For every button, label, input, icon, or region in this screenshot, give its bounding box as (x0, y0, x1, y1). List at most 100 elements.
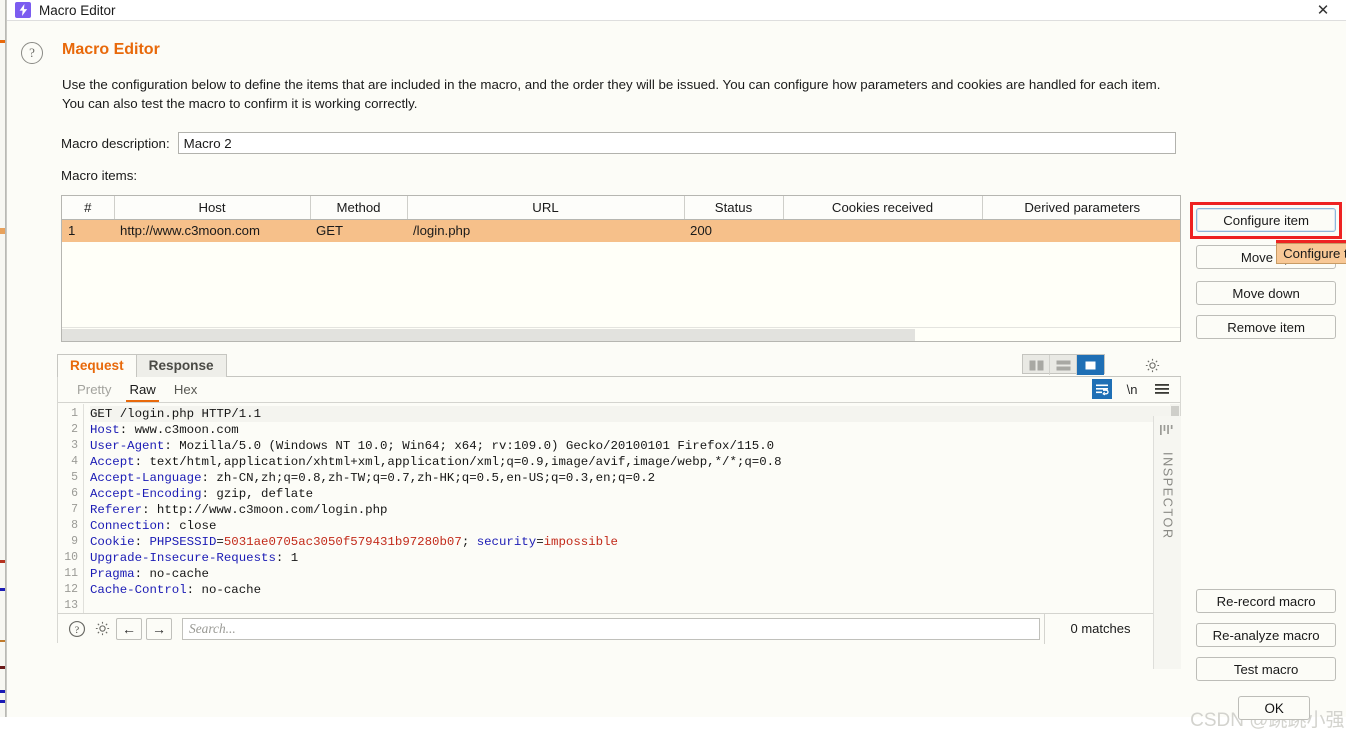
code-line: Cache-Control: no-cache (90, 583, 262, 597)
right-button-pane: Configure item Move up Move down Remove … (1186, 21, 1346, 731)
request-editor: Pretty Raw Hex \n 1 2 3 4 5 6 7 8 9 10 1… (57, 377, 1181, 644)
split-horizontal-icon[interactable] (1050, 355, 1077, 375)
sliver-stripe (0, 690, 5, 693)
code-line: Host: www.c3moon.com (90, 423, 239, 437)
view-toggle-group (1022, 354, 1105, 375)
column-header-method[interactable]: Method (310, 196, 408, 220)
column-header-cookies[interactable]: Cookies received (783, 196, 983, 220)
column-header-url[interactable]: URL (407, 196, 685, 220)
table-header-row: # Host Method URL Status Cookies receive… (62, 196, 1180, 220)
page-title: Macro Editor (62, 41, 160, 58)
column-header-host[interactable]: Host (114, 196, 311, 220)
code-line: GET /login.php HTTP/1.1 (90, 406, 1180, 422)
macro-description-label: Macro description: (61, 135, 170, 151)
re-record-macro-button[interactable]: Re-record macro (1196, 589, 1337, 613)
re-analyze-macro-button[interactable]: Re-analyze macro (1196, 623, 1337, 647)
editor-search-bar: ? ← → 0 matches (58, 613, 1180, 644)
sliver-stripe (0, 640, 5, 642)
code-line: Upgrade-Insecure-Requests: 1 (90, 551, 299, 565)
configure-item-button[interactable]: Configure item (1196, 208, 1337, 232)
inspector-label: INSPECTOR (1160, 452, 1175, 540)
line-number: 2 (71, 423, 78, 436)
remove-item-button[interactable]: Remove item (1196, 315, 1337, 339)
line-number: 8 (71, 519, 78, 532)
sliver-stripe (0, 700, 5, 703)
configure-item-tooltip: Configure t (1276, 243, 1346, 264)
sliver-stripe (0, 228, 5, 234)
cell-status: 200 (684, 219, 783, 242)
close-icon[interactable]: ✕ (1300, 0, 1346, 21)
word-wrap-icon[interactable] (1092, 379, 1112, 399)
cell-url: /login.php (407, 219, 684, 242)
question-mark-icon[interactable]: ? (21, 42, 43, 64)
subtab-pretty[interactable]: Pretty (68, 379, 120, 401)
lightning-bolt-icon (15, 2, 31, 18)
ok-button-wrapper: OK (1238, 696, 1311, 720)
code-line: Cookie: PHPSESSID=5031ae0705ac3050f57943… (90, 535, 618, 549)
sliver-stripe (0, 560, 5, 563)
column-header-derived[interactable]: Derived parameters (982, 196, 1180, 220)
code-line: Connection: close (90, 519, 217, 533)
code-line: User-Agent: Mozilla/5.0 (Windows NT 10.0… (90, 439, 775, 453)
gear-icon[interactable] (1139, 352, 1165, 378)
scrollbar-thumb[interactable] (62, 329, 915, 341)
line-number-gutter: 1 2 3 4 5 6 7 8 9 10 11 12 13 (58, 404, 84, 613)
request-code-text[interactable]: GET /login.php HTTP/1.1 Host: www.c3moon.… (84, 404, 1180, 613)
search-next-button[interactable]: → (146, 617, 172, 640)
ok-button[interactable]: OK (1238, 696, 1311, 720)
inspector-bars-icon (1160, 424, 1175, 440)
titlebar: Macro Editor ✕ (7, 0, 1346, 21)
macro-description-input[interactable] (177, 132, 1176, 154)
subtab-hex[interactable]: Hex (165, 379, 206, 401)
line-number: 1 (71, 407, 78, 420)
code-line: Accept-Encoding: gzip, deflate (90, 487, 314, 501)
column-header-num[interactable]: # (62, 196, 115, 220)
editor-subtabs: Pretty Raw Hex \n (58, 377, 1180, 403)
dialog-body: ? Macro Editor Use the configuration bel… (7, 21, 1346, 731)
newline-icon[interactable]: \n (1122, 379, 1142, 399)
move-down-button[interactable]: Move down (1196, 281, 1337, 305)
test-macro-button[interactable]: Test macro (1196, 657, 1337, 681)
tab-response[interactable]: Response (135, 354, 227, 377)
editor-tools: \n (1092, 379, 1172, 399)
macro-items-table-container[interactable]: # Host Method URL Status Cookies receive… (61, 195, 1181, 342)
line-number: 6 (71, 487, 78, 500)
line-number: 10 (64, 551, 78, 564)
search-input[interactable] (182, 617, 1040, 640)
macro-items-label: Macro items: (61, 168, 138, 183)
split-vertical-icon[interactable] (1023, 355, 1050, 375)
question-mark-icon[interactable]: ? (66, 618, 88, 640)
cell-host: http://www.c3moon.com (114, 219, 310, 242)
header-block: ? Macro Editor Use the configuration bel… (7, 21, 1186, 113)
window-title: Macro Editor (39, 2, 116, 18)
column-header-status[interactable]: Status (684, 196, 784, 220)
line-number: 3 (71, 439, 78, 452)
cell-num: 1 (62, 219, 114, 242)
line-number: 9 (71, 535, 78, 548)
table-row[interactable]: 1 http://www.c3moon.com GET /login.php 2… (62, 219, 1180, 242)
macro-editor-dialog: Macro Editor ✕ ? Macro Editor Use the co… (6, 0, 1346, 731)
macro-description-row: Macro description: (61, 132, 1186, 154)
sliver-stripe (0, 588, 5, 591)
line-number: 12 (64, 583, 78, 596)
line-number: 4 (71, 455, 78, 468)
tab-request[interactable]: Request (57, 354, 137, 377)
cell-cookies (783, 219, 982, 242)
cell-derived (982, 219, 1180, 242)
table-horizontal-scrollbar[interactable] (62, 327, 1180, 341)
inspector-panel-tab[interactable]: INSPECTOR (1153, 416, 1181, 669)
raw-request-view[interactable]: 1 2 3 4 5 6 7 8 9 10 11 12 13 GET /login.php HTTP/1.… (58, 404, 1180, 613)
single-pane-icon[interactable] (1077, 355, 1104, 375)
macro-items-table: # Host Method URL Status Cookies receive… (62, 196, 1180, 242)
subtab-raw[interactable]: Raw (120, 379, 164, 402)
line-number: 5 (71, 471, 78, 484)
message-tabbar: Request Response (57, 354, 1181, 377)
gear-icon[interactable] (91, 618, 113, 640)
left-pane: ? Macro Editor Use the configuration bel… (7, 21, 1186, 717)
search-prev-button[interactable]: ← (116, 617, 142, 640)
message-tabs-zone: Request Response (57, 354, 1181, 377)
hamburger-menu-icon[interactable] (1152, 379, 1172, 399)
code-line: Accept-Language: zh-CN,zh;q=0.8,zh-TW;q=… (90, 471, 656, 485)
cell-method: GET (310, 219, 407, 242)
